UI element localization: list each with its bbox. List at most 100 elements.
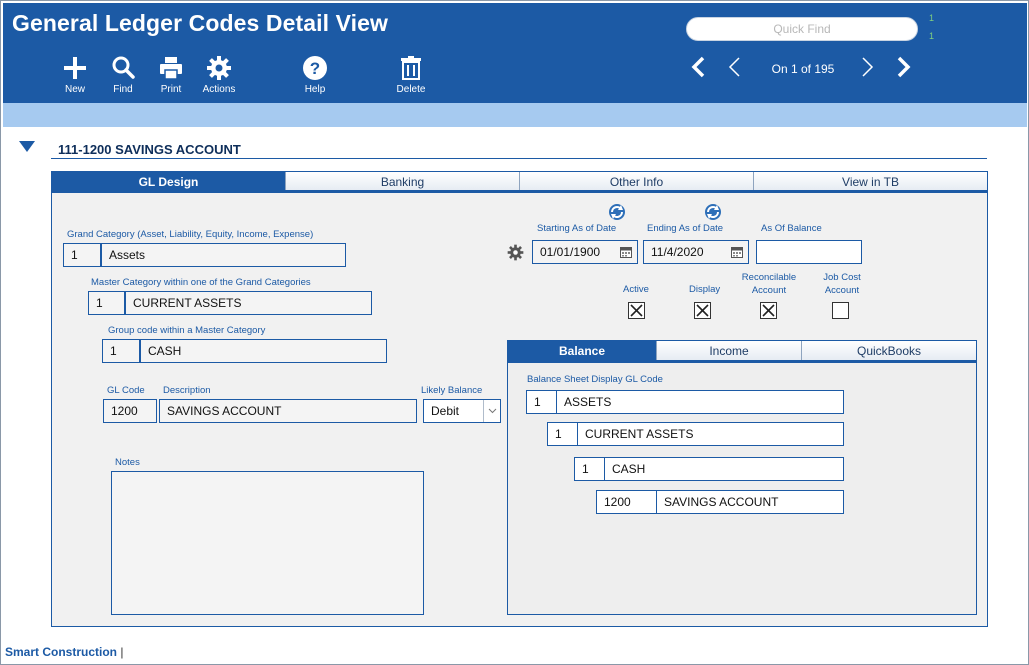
help-icon: ? (303, 56, 327, 80)
section-divider (51, 158, 987, 159)
tab-view-in-tb[interactable]: View in TB (754, 172, 987, 190)
print-label: Print (160, 84, 182, 95)
description-label: Description (163, 385, 211, 396)
actions-label: Actions (202, 84, 236, 95)
balance-row-name[interactable]: SAVINGS ACCOUNT (656, 490, 844, 514)
gear-icon (207, 56, 231, 80)
likely-balance-value: Debit (431, 404, 460, 418)
actions-button[interactable]: Actions (194, 55, 244, 95)
page-title: General Ledger Codes Detail View (12, 10, 389, 36)
help-button[interactable]: ? Help (290, 55, 340, 95)
section-title: 111-1200 SAVINGS ACCOUNT (58, 142, 241, 157)
main-tabs: GL Design Banking Other Info View in TB (52, 172, 987, 193)
chevron-right-bold-icon (897, 56, 911, 78)
header-bar: General Ledger Codes Detail View Quick F… (3, 3, 1027, 103)
balance-row-code[interactable]: 1200 (596, 490, 657, 514)
last-record-button[interactable] (893, 55, 913, 84)
grand-category-code-field[interactable]: 1 (63, 243, 101, 267)
collapse-triangle-icon[interactable] (19, 141, 35, 152)
quick-find-input[interactable]: Quick Find (686, 17, 918, 41)
gl-design-panel: GL Design Banking Other Info View in TB … (51, 171, 988, 627)
job-cost-label: Job Cost Account (823, 272, 861, 296)
footer-separator: | (120, 645, 124, 659)
balance-row-code[interactable]: 1 (574, 457, 605, 481)
footer-app-label: Smart Construction | (5, 645, 123, 659)
app-name: Smart Construction (5, 645, 118, 659)
reconcilable-label: Reconcilable Account (741, 272, 797, 296)
next-record-button[interactable] (857, 55, 877, 84)
starting-date-label: Starting As of Date (537, 223, 617, 234)
display-label: Display (689, 284, 721, 295)
tab-balance[interactable]: Balance (508, 341, 657, 360)
delete-label: Delete (396, 84, 426, 95)
starting-date-value: 01/01/1900 (540, 245, 601, 259)
ending-date-label: Ending As of Date (647, 223, 724, 234)
quick-find-mark: 1 (929, 31, 935, 41)
calendar-icon[interactable] (620, 246, 632, 258)
balance-row-code[interactable]: 1 (547, 422, 578, 446)
tab-quickbooks[interactable]: QuickBooks (802, 341, 976, 360)
checkmark-x-icon (630, 304, 643, 317)
tab-gl-design[interactable]: GL Design (52, 172, 286, 190)
svg-text:?: ? (310, 59, 320, 78)
grand-category-label: Grand Category (Asset, Liability, Equity… (67, 229, 314, 240)
header-strip (3, 103, 1027, 127)
tab-income[interactable]: Income (657, 341, 802, 360)
new-label: New (64, 84, 85, 95)
plus-icon (64, 57, 86, 79)
group-code-label: Group code within a Master Category (108, 325, 266, 336)
checkmark-x-icon (762, 304, 775, 317)
gl-code-field[interactable]: 1200 (103, 399, 157, 423)
reconcilable-checkbox[interactable] (760, 302, 777, 319)
balance-row-name[interactable]: CASH (604, 457, 844, 481)
active-checkbox[interactable] (628, 302, 645, 319)
likely-balance-select[interactable]: Debit (423, 399, 501, 423)
master-category-name-field[interactable]: CURRENT ASSETS (125, 291, 372, 315)
calendar-icon[interactable] (731, 246, 743, 258)
quick-find-mark: 1 (929, 13, 935, 23)
find-label: Find (113, 84, 133, 95)
grand-category-name-field[interactable]: Assets (101, 243, 346, 267)
tab-other-info[interactable]: Other Info (520, 172, 754, 190)
master-category-label: Master Category within one of the Grand … (91, 277, 311, 288)
record-position: On 1 of 195 (771, 62, 835, 76)
chevron-left-icon (728, 57, 740, 77)
likely-balance-label: Likely Balance (421, 385, 483, 396)
balance-subpanel: Balance Income QuickBooks Balance Sheet … (507, 340, 977, 615)
gl-code-label: GL Code (107, 385, 145, 396)
balance-row-code[interactable]: 1 (526, 390, 557, 414)
starting-date-field[interactable]: 01/01/1900 (532, 240, 638, 264)
date-settings-gear-icon[interactable] (507, 244, 524, 266)
delete-button[interactable]: Delete (386, 55, 436, 95)
notes-textarea[interactable] (111, 471, 424, 615)
as-of-balance-label: As Of Balance (761, 223, 822, 234)
group-code-field[interactable]: 1 (102, 339, 140, 363)
first-record-button[interactable] (689, 55, 709, 84)
notes-label: Notes (115, 457, 140, 468)
balance-sheet-gl-label: Balance Sheet Display GL Code (527, 374, 663, 385)
balance-row-name[interactable]: CURRENT ASSETS (577, 422, 844, 446)
master-category-code-field[interactable]: 1 (88, 291, 125, 315)
trash-icon (401, 56, 421, 80)
tab-banking[interactable]: Banking (286, 172, 520, 190)
sub-tabs: Balance Income QuickBooks (508, 341, 976, 363)
help-label: Help (304, 84, 326, 95)
ending-date-value: 11/4/2020 (651, 245, 704, 259)
previous-record-button[interactable] (725, 55, 745, 84)
find-button[interactable]: Find (98, 55, 148, 95)
chevron-left-bold-icon (691, 56, 705, 78)
chevron-down-icon (483, 400, 500, 422)
detail-view-window: General Ledger Codes Detail View Quick F… (0, 0, 1029, 665)
job-cost-checkbox[interactable] (832, 302, 849, 319)
active-label: Active (623, 284, 649, 295)
ending-date-field[interactable]: 11/4/2020 (643, 240, 749, 264)
description-field[interactable]: SAVINGS ACCOUNT (159, 399, 417, 423)
display-checkbox[interactable] (694, 302, 711, 319)
checkmark-x-icon (696, 304, 709, 317)
new-button[interactable]: New (50, 55, 100, 95)
chevron-right-icon (862, 57, 874, 77)
as-of-balance-field[interactable] (756, 240, 862, 264)
group-name-field[interactable]: CASH (140, 339, 387, 363)
balance-row-name[interactable]: ASSETS (556, 390, 844, 414)
print-button[interactable]: Print (146, 55, 196, 95)
